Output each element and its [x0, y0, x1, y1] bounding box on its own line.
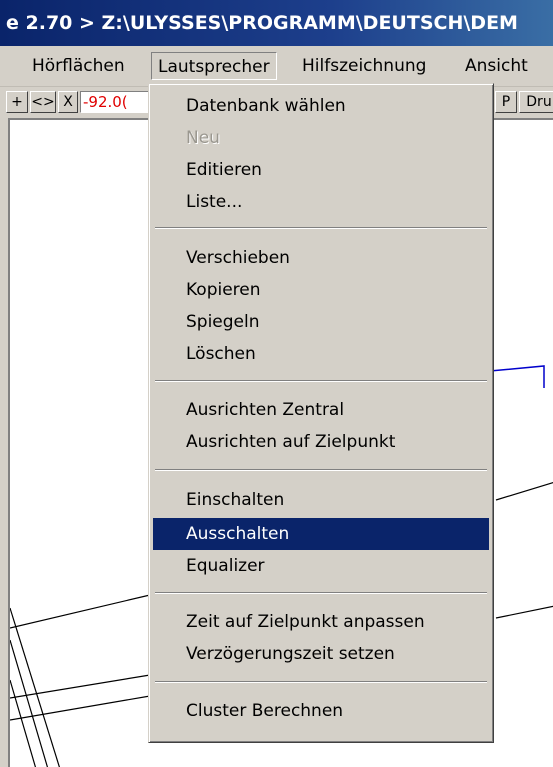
drawing-line-4 — [10, 674, 151, 699]
menu-item-spiegeln[interactable]: Spiegeln — [153, 306, 489, 338]
menu-item-cluster-berechnen[interactable]: Cluster Berechnen — [153, 695, 489, 727]
menu-item-datenbank-waehlen[interactable]: Datenbank wählen — [153, 90, 489, 122]
lautsprecher-dropdown-menu: Datenbank wählen Neu Editieren Liste... … — [148, 83, 494, 743]
menu-item-neu: Neu — [186, 128, 220, 148]
blue-outline — [489, 365, 545, 388]
zoom-in-button[interactable]: + — [6, 91, 28, 113]
drawing-line-6 — [10, 607, 61, 767]
drawing-line-7 — [10, 639, 49, 767]
coordinate-field[interactable]: -92.0( — [80, 91, 150, 113]
drawing-line-5 — [10, 695, 151, 721]
menu-separator — [155, 469, 487, 471]
menu-item-verzoegerungszeit-setzen[interactable]: Verzögerungszeit setzen — [153, 638, 489, 670]
menu-hilfszeichnung[interactable]: Hilfszeichnung — [296, 52, 432, 80]
menu-lautsprecher[interactable]: Lautsprecher — [151, 52, 277, 80]
menu-item-einschalten[interactable]: Einschalten — [153, 484, 489, 516]
arrows-button[interactable]: <> — [30, 91, 56, 113]
drawing-line-3 — [495, 605, 553, 619]
menu-item-loeschen[interactable]: Löschen — [153, 338, 489, 370]
window-title: e 2.70 > Z:\ULYSSES\PROGRAMM\DEUTSCH\DEM — [0, 0, 553, 46]
menu-item-zeit-auf-zielpunkt-anpassen[interactable]: Zeit auf Zielpunkt anpassen — [153, 606, 489, 638]
close-x-button[interactable]: X — [58, 91, 78, 113]
p-button[interactable]: P — [495, 91, 517, 113]
menu-separator — [155, 380, 487, 382]
drawing-line-2 — [10, 594, 151, 629]
menu-hoerflaechen[interactable]: Hörflächen — [26, 52, 131, 80]
menu-item-editieren[interactable]: Editieren — [153, 154, 489, 186]
drawing-line-1 — [495, 481, 553, 501]
menu-separator — [155, 681, 487, 683]
menu-item-equalizer[interactable]: Equalizer — [153, 550, 489, 582]
menu-item-ausrichten-auf-zielpunkt[interactable]: Ausrichten auf Zielpunkt — [153, 426, 489, 458]
menu-item-kopieren[interactable]: Kopieren — [153, 274, 489, 306]
menu-separator — [155, 592, 487, 594]
menu-item-ausschalten[interactable]: Ausschalten — [153, 518, 489, 550]
menu-item-liste[interactable]: Liste... — [153, 186, 489, 218]
menu-item-verschieben[interactable]: Verschieben — [153, 242, 489, 274]
menu-separator — [155, 227, 487, 229]
menu-ansicht[interactable]: Ansicht — [459, 52, 534, 80]
drawing-line-8 — [10, 679, 37, 767]
menu-item-ausrichten-zentral[interactable]: Ausrichten Zentral — [153, 394, 489, 426]
menubar: Hörflächen Lautsprecher Hilfszeichnung A… — [0, 46, 553, 87]
print-button[interactable]: Dru — [519, 91, 553, 113]
